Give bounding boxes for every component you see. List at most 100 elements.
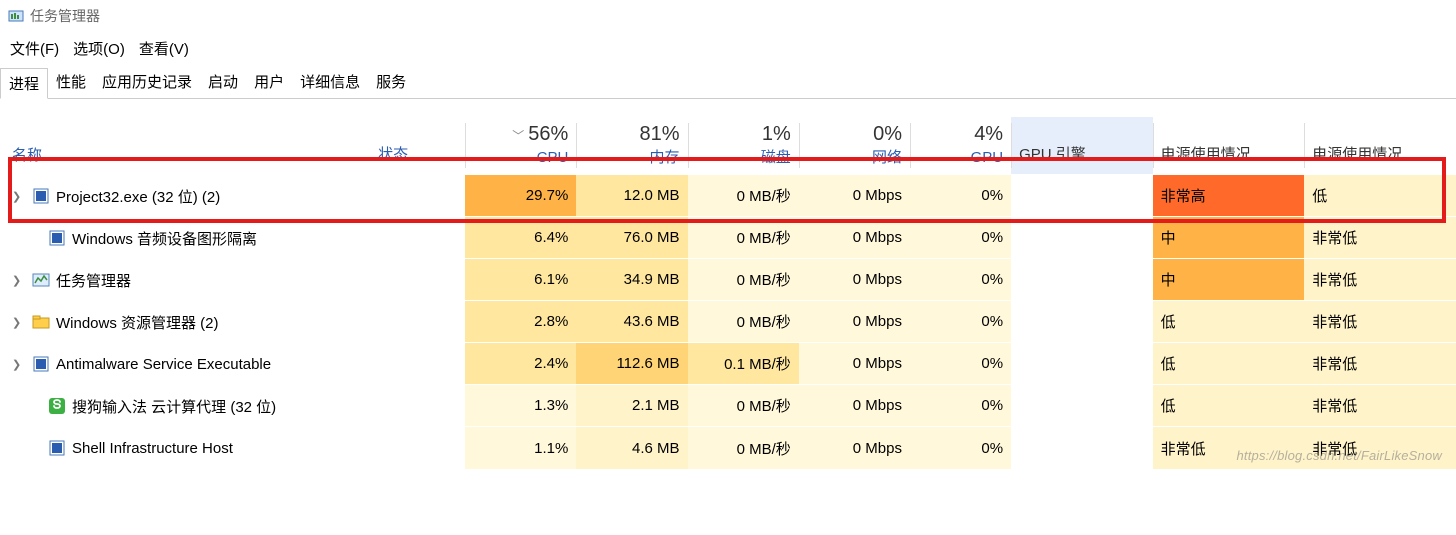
cell-disk: 0 MB/秒: [688, 217, 799, 259]
cell-net: 0 Mbps: [799, 427, 910, 469]
cell-disk: 0 MB/秒: [688, 385, 799, 427]
cell-status: [374, 301, 465, 343]
cell-mem: 34.9 MB: [576, 259, 687, 301]
cell-cpu: 2.4%: [465, 343, 576, 385]
cell-power: 非常高: [1153, 175, 1305, 217]
menu-file[interactable]: 文件(F): [10, 38, 59, 59]
cell-cpu: 6.4%: [465, 217, 576, 259]
col-cpu[interactable]: ﹀56%CPU: [465, 117, 576, 175]
menu-options[interactable]: 选项(O): [73, 38, 125, 59]
cell-gpu: 0%: [910, 175, 1011, 217]
tabs: 进程性能应用历史记录启动用户详细信息服务: [0, 67, 1456, 99]
tab-2[interactable]: 应用历史记录: [94, 67, 200, 98]
cell-power-trend: 低: [1304, 175, 1456, 217]
tab-1[interactable]: 性能: [48, 67, 94, 98]
tab-6[interactable]: 服务: [368, 67, 414, 98]
process-name: Antimalware Service Executable: [56, 356, 271, 373]
cell-power-trend: 非常低: [1304, 385, 1456, 427]
cell-power: 低: [1153, 301, 1305, 343]
cell-disk: 0 MB/秒: [688, 175, 799, 217]
window-title: 任务管理器: [30, 6, 100, 26]
cell-gpu-engine: [1011, 175, 1153, 217]
col-name[interactable]: 名称: [0, 117, 374, 175]
process-name: Windows 音频设备图形隔离: [72, 228, 257, 249]
cell-net: 0 Mbps: [799, 385, 910, 427]
cell-power: 低: [1153, 343, 1305, 385]
cell-power-trend: 非常低: [1304, 343, 1456, 385]
cell-status: [374, 217, 465, 259]
table-row[interactable]: ❯任务管理器6.1%34.9 MB0 MB/秒0 Mbps0%中非常低: [0, 259, 1456, 301]
expander-icon[interactable]: ❯: [12, 316, 26, 329]
cell-power-trend: 非常低: [1304, 217, 1456, 259]
process-name: Windows 资源管理器 (2): [56, 312, 219, 333]
app-icon: [8, 8, 24, 24]
col-gpu-engine[interactable]: GPU 引擎: [1011, 117, 1153, 175]
titlebar: 任务管理器: [0, 0, 1456, 32]
col-gpu[interactable]: 4%GPU: [910, 117, 1011, 175]
expander-icon[interactable]: ❯: [12, 358, 26, 371]
table-row[interactable]: Windows 音频设备图形隔离 6.4%76.0 MB0 MB/秒0 Mbps0…: [0, 217, 1456, 259]
tab-5[interactable]: 详细信息: [292, 67, 368, 98]
cell-power: 低: [1153, 385, 1305, 427]
process-table: 名称 状态 ﹀56%CPU 81%内存 1%磁盘 0%网络 4%GPU GPU …: [0, 117, 1456, 469]
taskmgr-icon: [32, 271, 50, 289]
cell-gpu-engine: [1011, 259, 1153, 301]
table-row[interactable]: ❯Project32.exe (32 位) (2)29.7%12.0 MB0 M…: [0, 175, 1456, 217]
table-row[interactable]: ❯Antimalware Service Executable2.4%112.6…: [0, 343, 1456, 385]
explorer-icon: [32, 313, 50, 331]
cell-cpu: 6.1%: [465, 259, 576, 301]
cell-net: 0 Mbps: [799, 259, 910, 301]
cell-disk: 0.1 MB/秒: [688, 343, 799, 385]
tab-3[interactable]: 启动: [200, 67, 246, 98]
generic-app-icon: [48, 439, 66, 457]
tab-0[interactable]: 进程: [0, 68, 48, 99]
cell-net: 0 Mbps: [799, 175, 910, 217]
cell-gpu: 0%: [910, 385, 1011, 427]
cell-status: [374, 427, 465, 469]
cell-gpu-engine: [1011, 217, 1153, 259]
cell-mem: 43.6 MB: [576, 301, 687, 343]
cell-mem: 2.1 MB: [576, 385, 687, 427]
cell-cpu: 29.7%: [465, 175, 576, 217]
col-mem[interactable]: 81%内存: [576, 117, 687, 175]
cell-gpu: 0%: [910, 301, 1011, 343]
col-status[interactable]: 状态: [374, 117, 465, 175]
sort-descending-icon: ﹀: [512, 129, 524, 143]
cell-cpu: 1.1%: [465, 427, 576, 469]
cell-net: 0 Mbps: [799, 217, 910, 259]
sogou-icon: [48, 397, 66, 415]
cell-gpu: 0%: [910, 427, 1011, 469]
cell-mem: 4.6 MB: [576, 427, 687, 469]
table-row[interactable]: 搜狗输入法 云计算代理 (32 位)1.3%2.1 MB0 MB/秒0 Mbps…: [0, 385, 1456, 427]
cell-power-trend: 非常低: [1304, 259, 1456, 301]
cell-status: [374, 175, 465, 217]
col-power[interactable]: 电源使用情况: [1153, 117, 1305, 175]
watermark: https://blog.csdn.net/FairLikeSnow: [1236, 448, 1442, 463]
cell-gpu: 0%: [910, 217, 1011, 259]
cell-cpu: 2.8%: [465, 301, 576, 343]
cell-gpu: 0%: [910, 343, 1011, 385]
table-row[interactable]: ❯ Windows 资源管理器 (2) 2.8%43.6 MB0 MB/秒0 Mbp…: [0, 301, 1456, 343]
process-name: 搜狗输入法 云计算代理 (32 位): [72, 396, 276, 417]
cell-net: 0 Mbps: [799, 301, 910, 343]
tab-4[interactable]: 用户: [246, 67, 292, 98]
cell-gpu-engine: [1011, 385, 1153, 427]
cell-status: [374, 385, 465, 427]
generic-app-icon: [32, 355, 50, 373]
cell-status: [374, 259, 465, 301]
col-power-trend[interactable]: 电源使用情况: [1304, 117, 1456, 175]
cell-gpu-engine: [1011, 427, 1153, 469]
generic-app-icon: [48, 229, 66, 247]
process-name: Project32.exe (32 位) (2): [56, 186, 220, 207]
cell-gpu-engine: [1011, 301, 1153, 343]
menu-view[interactable]: 查看(V): [139, 38, 189, 59]
cell-gpu-engine: [1011, 343, 1153, 385]
cell-gpu: 0%: [910, 259, 1011, 301]
cell-disk: 0 MB/秒: [688, 301, 799, 343]
cell-mem: 76.0 MB: [576, 217, 687, 259]
col-disk[interactable]: 1%磁盘: [688, 117, 799, 175]
process-name: 任务管理器: [56, 270, 131, 291]
expander-icon[interactable]: ❯: [12, 274, 26, 287]
col-net[interactable]: 0%网络: [799, 117, 910, 175]
expander-icon[interactable]: ❯: [12, 190, 26, 203]
